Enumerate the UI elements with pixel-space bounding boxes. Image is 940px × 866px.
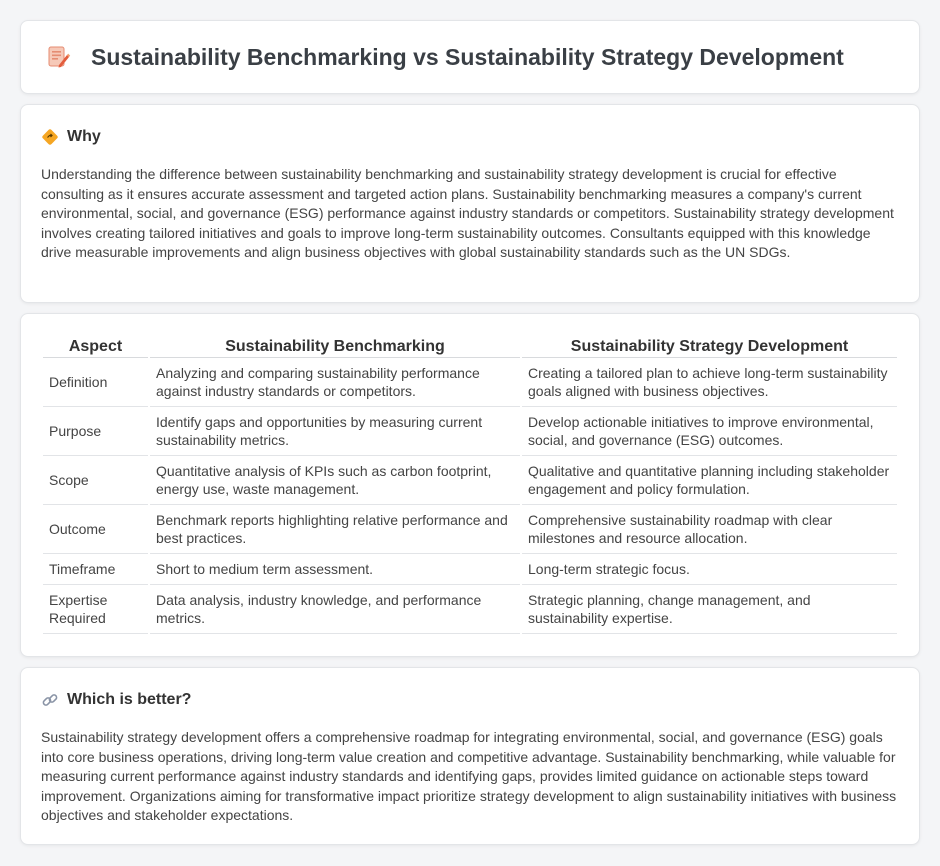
- why-heading: Why: [41, 125, 899, 149]
- table-row: Timeframe Short to medium term assessmen…: [43, 554, 897, 585]
- why-section: Why Understanding the difference between…: [20, 104, 920, 303]
- cell-benchmarking: Quantitative analysis of KPIs such as ca…: [150, 456, 520, 505]
- cell-aspect: Timeframe: [43, 554, 148, 585]
- table-row: Scope Quantitative analysis of KPIs such…: [43, 456, 897, 505]
- why-text: Understanding the difference between sus…: [41, 166, 894, 260]
- cell-strategy: Long-term strategic focus.: [522, 554, 897, 585]
- cell-aspect: Definition: [43, 358, 148, 407]
- comparison-table: Aspect Sustainability Benchmarking Susta…: [41, 334, 899, 634]
- cell-strategy: Strategic planning, change management, a…: [522, 585, 897, 634]
- cell-aspect: Outcome: [43, 505, 148, 554]
- cell-aspect: Expertise Required: [43, 585, 148, 634]
- cell-benchmarking: Benchmark reports highlighting relative …: [150, 505, 520, 554]
- cell-strategy: Qualitative and quantitative planning in…: [522, 456, 897, 505]
- which-better-heading: Which is better?: [41, 688, 899, 712]
- comparison-card: Aspect Sustainability Benchmarking Susta…: [20, 313, 920, 657]
- cell-benchmarking: Data analysis, industry knowledge, and p…: [150, 585, 520, 634]
- cell-benchmarking: Short to medium term assessment.: [150, 554, 520, 585]
- header-card: Sustainability Benchmarking vs Sustainab…: [20, 20, 920, 94]
- document-edit-icon: [45, 44, 71, 70]
- diamond-sign-icon: [41, 128, 59, 146]
- page-title: Sustainability Benchmarking vs Sustainab…: [91, 43, 844, 70]
- link-icon: [41, 691, 59, 709]
- which-better-title: Which is better?: [67, 691, 192, 708]
- table-row: Purpose Identify gaps and opportunities …: [43, 407, 897, 456]
- why-title: Why: [67, 128, 101, 145]
- cell-strategy: Develop actionable initiatives to improv…: [522, 407, 897, 456]
- table-row: Outcome Benchmark reports highlighting r…: [43, 505, 897, 554]
- header-benchmarking: Sustainability Benchmarking: [150, 334, 520, 358]
- which-better-text: Sustainability strategy development offe…: [41, 729, 897, 823]
- cell-benchmarking: Analyzing and comparing sustainability p…: [150, 358, 520, 407]
- header-strategy: Sustainability Strategy Development: [522, 334, 897, 358]
- table-row: Definition Analyzing and comparing susta…: [43, 358, 897, 407]
- cell-benchmarking: Identify gaps and opportunities by measu…: [150, 407, 520, 456]
- cell-aspect: Purpose: [43, 407, 148, 456]
- cell-strategy: Comprehensive sustainability roadmap wit…: [522, 505, 897, 554]
- table-row: Expertise Required Data analysis, indust…: [43, 585, 897, 634]
- which-better-section: Which is better? Sustainability strategy…: [20, 667, 920, 845]
- header-aspect: Aspect: [43, 334, 148, 358]
- cell-strategy: Creating a tailored plan to achieve long…: [522, 358, 897, 407]
- table-header-row: Aspect Sustainability Benchmarking Susta…: [43, 334, 897, 358]
- cell-aspect: Scope: [43, 456, 148, 505]
